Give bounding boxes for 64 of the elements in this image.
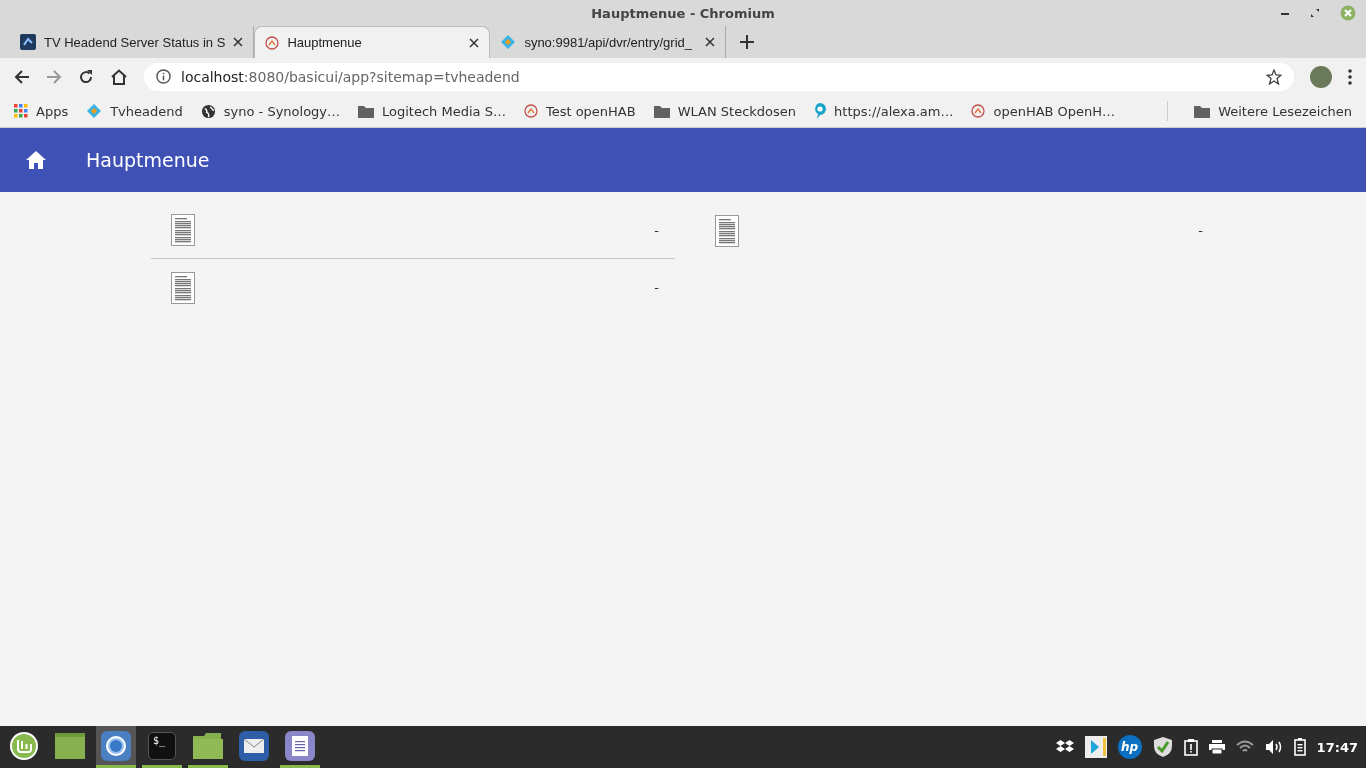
- profile-avatar[interactable]: [1310, 65, 1332, 88]
- text-editor-icon: [285, 730, 315, 761]
- bookmark-item[interactable]: Apps: [14, 103, 69, 119]
- browser-icon: [101, 730, 131, 761]
- reload-icon[interactable]: [78, 68, 94, 85]
- folder-icon: [193, 732, 223, 759]
- printer-icon[interactable]: [1208, 740, 1225, 754]
- terminal-icon: $_: [148, 731, 176, 760]
- taskbar-app[interactable]: [96, 726, 136, 768]
- maximize-icon[interactable]: [1310, 8, 1320, 18]
- url-text: localhost:8080/basicui/app?sitemap=tvheadend: [181, 68, 521, 85]
- address-bar[interactable]: localhost:8080/basicui/app?sitemap=tvheadend: [144, 62, 1294, 91]
- mail-icon: [239, 730, 269, 761]
- bookmark-item[interactable]: Logitech Media S…: [358, 103, 506, 119]
- home-icon[interactable]: [110, 68, 128, 85]
- document-icon: [715, 214, 739, 247]
- home-icon[interactable]: [26, 151, 46, 169]
- tv-app-icon: [20, 34, 36, 50]
- close-icon[interactable]: [469, 37, 480, 48]
- globe-icon: [200, 103, 216, 119]
- close-icon[interactable]: [705, 37, 716, 47]
- browser-tab[interactable]: Hauptmenue: [254, 26, 491, 58]
- sync-app-icon[interactable]: [1084, 736, 1107, 758]
- clipboard-alert-icon[interactable]: [1183, 738, 1198, 756]
- page-title: Hauptmenue: [86, 149, 210, 171]
- window-title: Hauptmenue - Chromium: [591, 5, 775, 21]
- widget-value: -: [654, 222, 659, 238]
- widget-value: -: [654, 280, 659, 295]
- battery-icon[interactable]: [1293, 738, 1306, 756]
- clock[interactable]: 17:47: [1316, 739, 1358, 755]
- folder-icon: [1194, 104, 1211, 118]
- back-arrow-icon[interactable]: [14, 68, 30, 85]
- openhab-icon: [523, 104, 538, 118]
- bookmark-item[interactable]: Test openHAB: [523, 103, 636, 119]
- close-icon[interactable]: [233, 37, 244, 47]
- bookmark-item[interactable]: https://alexa.am…: [814, 103, 954, 119]
- bookmark-item[interactable]: openHAB OpenH…: [971, 103, 1116, 119]
- diamond-icon: [500, 34, 517, 50]
- folder-icon: [358, 104, 375, 118]
- apps-grid-icon: [14, 104, 28, 118]
- location-pin-icon: [814, 103, 827, 119]
- hp-logo-icon[interactable]: hp: [1117, 735, 1142, 759]
- document-icon: [171, 214, 195, 246]
- document-icon: [171, 271, 195, 304]
- info-icon: [156, 69, 171, 84]
- dropbox-icon[interactable]: [1055, 739, 1074, 755]
- mint-menu-icon: [9, 730, 39, 761]
- openhab-icon: [265, 35, 280, 50]
- menu-icon[interactable]: [1348, 68, 1352, 85]
- star-icon[interactable]: [1266, 68, 1282, 85]
- volume-icon[interactable]: [1264, 739, 1283, 755]
- taskbar-app[interactable]: $_: [142, 726, 182, 768]
- wifi-icon[interactable]: [1235, 740, 1254, 754]
- bookmark-item[interactable]: WLAN Steckdosen: [653, 103, 797, 119]
- new-tab-icon[interactable]: [740, 35, 755, 49]
- diamond-icon: [86, 103, 103, 119]
- bookmark-folder[interactable]: Weitere Lesezeichen: [1194, 103, 1352, 119]
- shield-check-icon[interactable]: [1152, 736, 1173, 758]
- openhab-icon: [971, 104, 986, 118]
- widget-value: -: [1198, 223, 1203, 238]
- bookmark-item[interactable]: syno - Synology…: [200, 103, 341, 119]
- bookmark-item[interactable]: Tvheadend: [86, 103, 183, 119]
- window-icon: [55, 732, 85, 759]
- folder-icon: [653, 104, 670, 118]
